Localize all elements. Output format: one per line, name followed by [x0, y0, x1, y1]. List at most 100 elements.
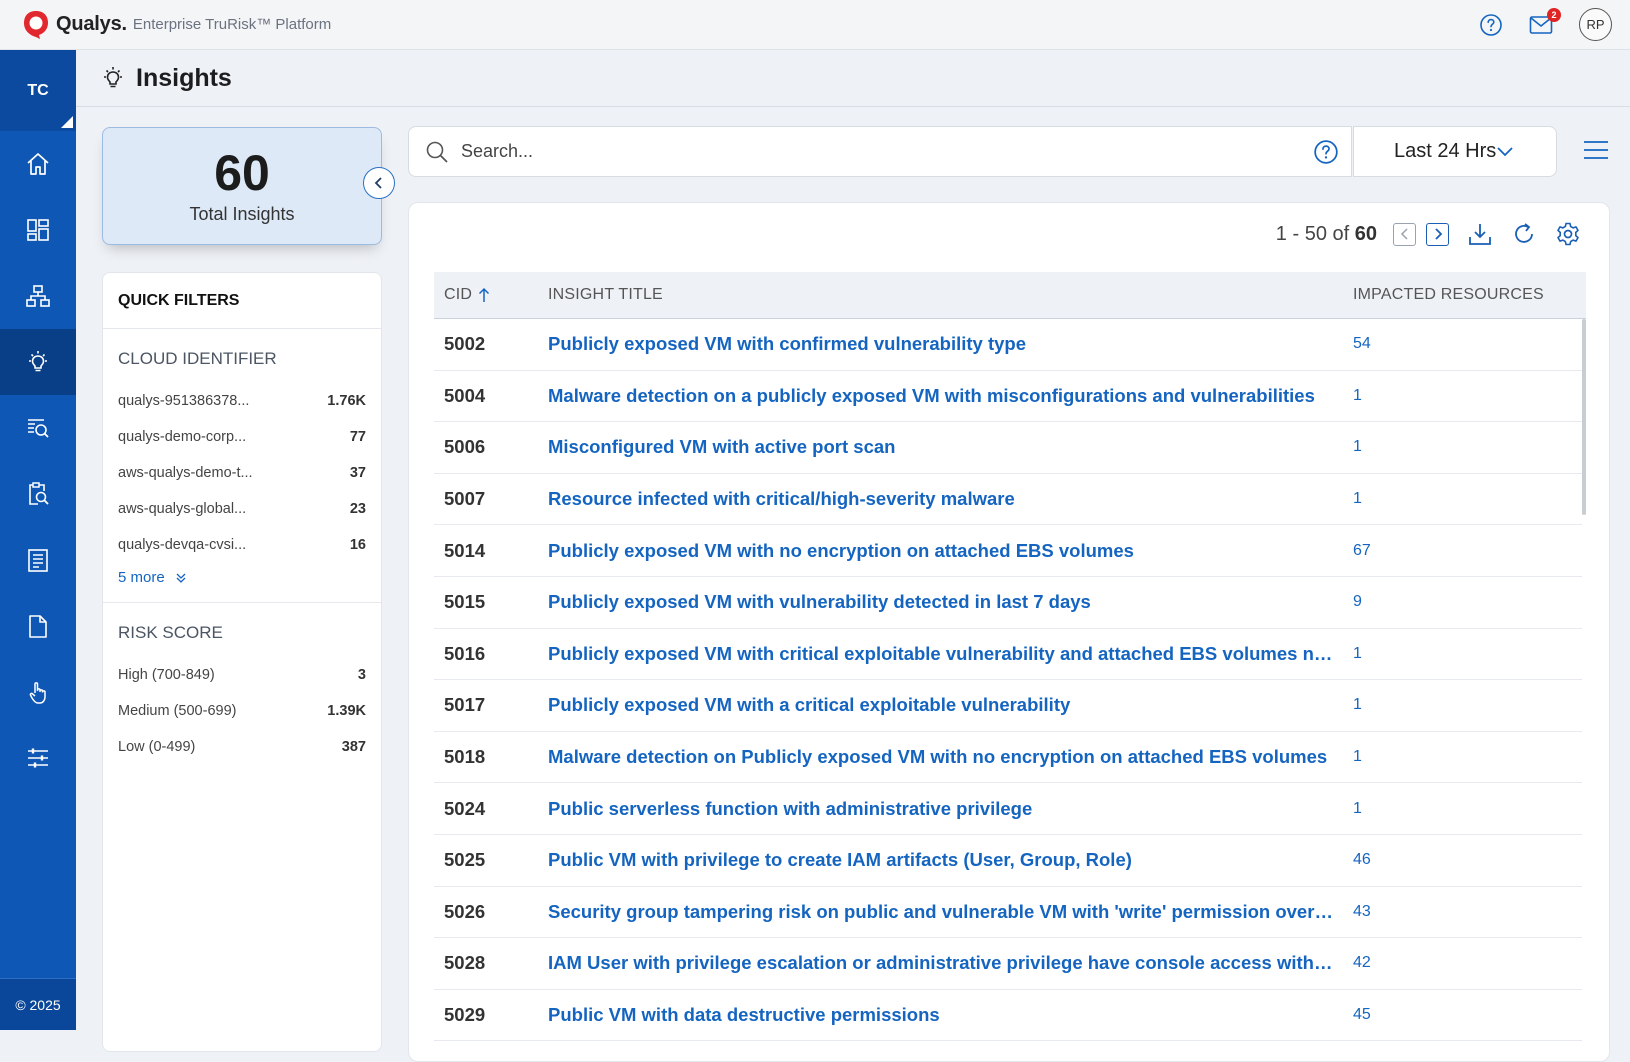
impacted-resources-link[interactable]: 54 [1353, 335, 1371, 353]
help-icon[interactable] [1479, 13, 1503, 37]
table-row[interactable]: 5029 Public VM with data destructive perm… [434, 990, 1582, 1042]
show-more-link[interactable]: 5 more [118, 569, 366, 586]
column-impacted-resources[interactable]: IMPACTED RESOURCES [1353, 286, 1544, 304]
insight-title-link[interactable]: Public serverless function with administ… [548, 798, 1353, 820]
brand[interactable]: Qualys. Enterprise TruRisk™ Platform [22, 10, 331, 40]
insight-title-link[interactable]: Misconfigured VM with active port scan [548, 436, 1353, 458]
impacted-resources-link[interactable]: 45 [1353, 1006, 1371, 1024]
filter-row[interactable]: Low (0-499) 387 [118, 729, 366, 765]
impacted-resources-link[interactable]: 1 [1353, 696, 1362, 714]
filter-row[interactable]: qualys-devqa-cvsi... 16 [118, 527, 366, 563]
impacted-resources-link[interactable]: 43 [1353, 903, 1371, 921]
tenant-switcher[interactable]: TC [0, 50, 76, 131]
nav-response[interactable] [0, 659, 76, 725]
insight-title-link[interactable]: Resource infected with critical/high-sev… [548, 488, 1353, 510]
cid-cell: 5025 [444, 849, 486, 871]
collapse-panel-button[interactable] [363, 167, 395, 199]
quick-filters-panel: QUICK FILTERS CLOUD IDENTIFIER qualys-95… [102, 272, 382, 1052]
filter-count: 77 [349, 429, 366, 445]
impacted-resources-link[interactable]: 46 [1353, 851, 1371, 869]
table-row[interactable]: 5014 Publicly exposed VM with no encrypti… [434, 525, 1582, 577]
nav-home[interactable] [0, 131, 76, 197]
brand-subtitle: Enterprise TruRisk™ Platform [132, 16, 332, 33]
table-row[interactable]: 5002 Publicly exposed VM with confirmed v… [434, 319, 1582, 371]
search-input[interactable] [461, 141, 1281, 162]
side-nav: TC © 2025 [0, 50, 76, 1030]
filter-label: High (700-849) [118, 667, 215, 683]
table-row[interactable]: 5025 Public VM with privilege to create I… [434, 835, 1582, 887]
table-row[interactable]: 5018 Malware detection on Publicly expose… [434, 732, 1582, 784]
insight-title-link[interactable]: Publicly exposed VM with confirmed vulne… [548, 333, 1353, 355]
insight-title-link[interactable]: Public VM with privilege to create IAM a… [548, 849, 1353, 871]
impacted-resources-link[interactable]: 67 [1353, 542, 1371, 560]
filter-row[interactable]: qualys-demo-corp... 77 [118, 419, 366, 455]
filter-count: 1.76K [327, 393, 366, 409]
chevron-left-icon [372, 176, 386, 190]
user-avatar[interactable]: RP [1579, 8, 1612, 41]
impacted-resources-link[interactable]: 1 [1353, 387, 1362, 405]
column-cid[interactable]: CID [434, 286, 548, 304]
prev-page-button[interactable] [1393, 222, 1416, 246]
insight-title-link[interactable]: Malware detection on a publicly exposed … [548, 385, 1353, 407]
refresh-icon[interactable] [1511, 221, 1537, 247]
insight-title-link[interactable]: Malware detection on Publicly exposed VM… [548, 746, 1353, 768]
filter-row[interactable]: qualys-951386378... 1.76K [118, 383, 366, 419]
table-row[interactable]: 5006 Misconfigured VM with active port sc… [434, 422, 1582, 474]
insight-title-link[interactable]: Publicly exposed VM with critical exploi… [548, 643, 1353, 665]
column-insight-title[interactable]: INSIGHT TITLE [548, 286, 1353, 304]
table-row[interactable]: 5004 Malware detection on a publicly expo… [434, 371, 1582, 423]
table-row[interactable]: 5026 Security group tampering risk on pub… [434, 887, 1582, 939]
insight-title-link[interactable]: IAM User with privilege escalation or ad… [548, 952, 1353, 974]
nav-inventory[interactable] [0, 263, 76, 329]
risk-score-heading: RISK SCORE [118, 623, 223, 642]
settings-gear-icon[interactable] [1555, 221, 1581, 247]
insight-title-link[interactable]: Publicly exposed VM with a critical expl… [548, 694, 1353, 716]
touch-icon [25, 679, 51, 705]
menu-button[interactable] [1582, 139, 1610, 161]
table-row[interactable]: 5017 Publicly exposed VM with a critical … [434, 680, 1582, 732]
filter-row[interactable]: High (700-849) 3 [118, 657, 366, 693]
filter-row[interactable]: aws-qualys-global... 23 [118, 491, 366, 527]
mail-button[interactable]: 2 [1529, 7, 1561, 35]
search-help-icon[interactable] [1313, 139, 1339, 165]
nav-settings[interactable] [0, 725, 76, 791]
cid-cell: 5015 [444, 591, 486, 613]
filter-label: qualys-devqa-cvsi... [118, 537, 247, 553]
page-title: Insights [136, 63, 232, 92]
nav-search[interactable] [0, 395, 76, 461]
nav-investigate[interactable] [0, 461, 76, 527]
insight-title-link[interactable]: Publicly exposed VM with vulnerability d… [548, 591, 1353, 613]
filter-row[interactable]: aws-qualys-demo-t... 37 [118, 455, 366, 491]
impacted-resources-link[interactable]: 1 [1353, 645, 1362, 663]
download-icon[interactable] [1467, 221, 1493, 247]
impacted-resources-link[interactable]: 42 [1353, 954, 1371, 972]
table-row[interactable]: 5028 IAM User with privilege escalation o… [434, 938, 1582, 990]
impacted-resources-link[interactable]: 1 [1353, 800, 1362, 818]
table-scrollbar[interactable] [1582, 319, 1586, 515]
cid-cell: 5006 [444, 436, 486, 458]
table-row[interactable]: 5015 Publicly exposed VM with vulnerabili… [434, 577, 1582, 629]
table-row[interactable]: 5007 Resource infected with critical/high… [434, 474, 1582, 526]
table-row[interactable]: 5016 Publicly exposed VM with critical ex… [434, 629, 1582, 681]
report-search-icon [25, 481, 51, 507]
insight-title-link[interactable]: Security group tampering risk on public … [548, 901, 1353, 923]
impacted-resources-link[interactable]: 1 [1353, 438, 1362, 456]
nav-insights[interactable] [0, 329, 76, 395]
nav-documents[interactable] [0, 593, 76, 659]
insight-title-link[interactable]: Publicly exposed VM with no encryption o… [548, 540, 1353, 562]
next-page-button[interactable] [1426, 222, 1449, 246]
table-row[interactable]: 5024 Public serverless function with admi… [434, 783, 1582, 835]
filter-label: Medium (500-699) [118, 703, 237, 719]
filter-row[interactable]: Medium (500-699) 1.39K [118, 693, 366, 729]
impacted-resources-link[interactable]: 1 [1353, 490, 1362, 508]
insight-title-link[interactable]: Public VM with data destructive permissi… [548, 1004, 1353, 1026]
total-insights-label: Total Insights [189, 204, 295, 224]
copyright: © 2025 [0, 978, 76, 1030]
mail-count-badge: 2 [1547, 7, 1561, 22]
impacted-resources-link[interactable]: 1 [1353, 748, 1362, 766]
nav-reports[interactable] [0, 527, 76, 593]
search-icon [425, 140, 449, 164]
nav-dashboard[interactable] [0, 197, 76, 263]
impacted-resources-link[interactable]: 9 [1353, 593, 1362, 611]
time-range-select[interactable]: Last 24 Hrs [1353, 126, 1557, 177]
